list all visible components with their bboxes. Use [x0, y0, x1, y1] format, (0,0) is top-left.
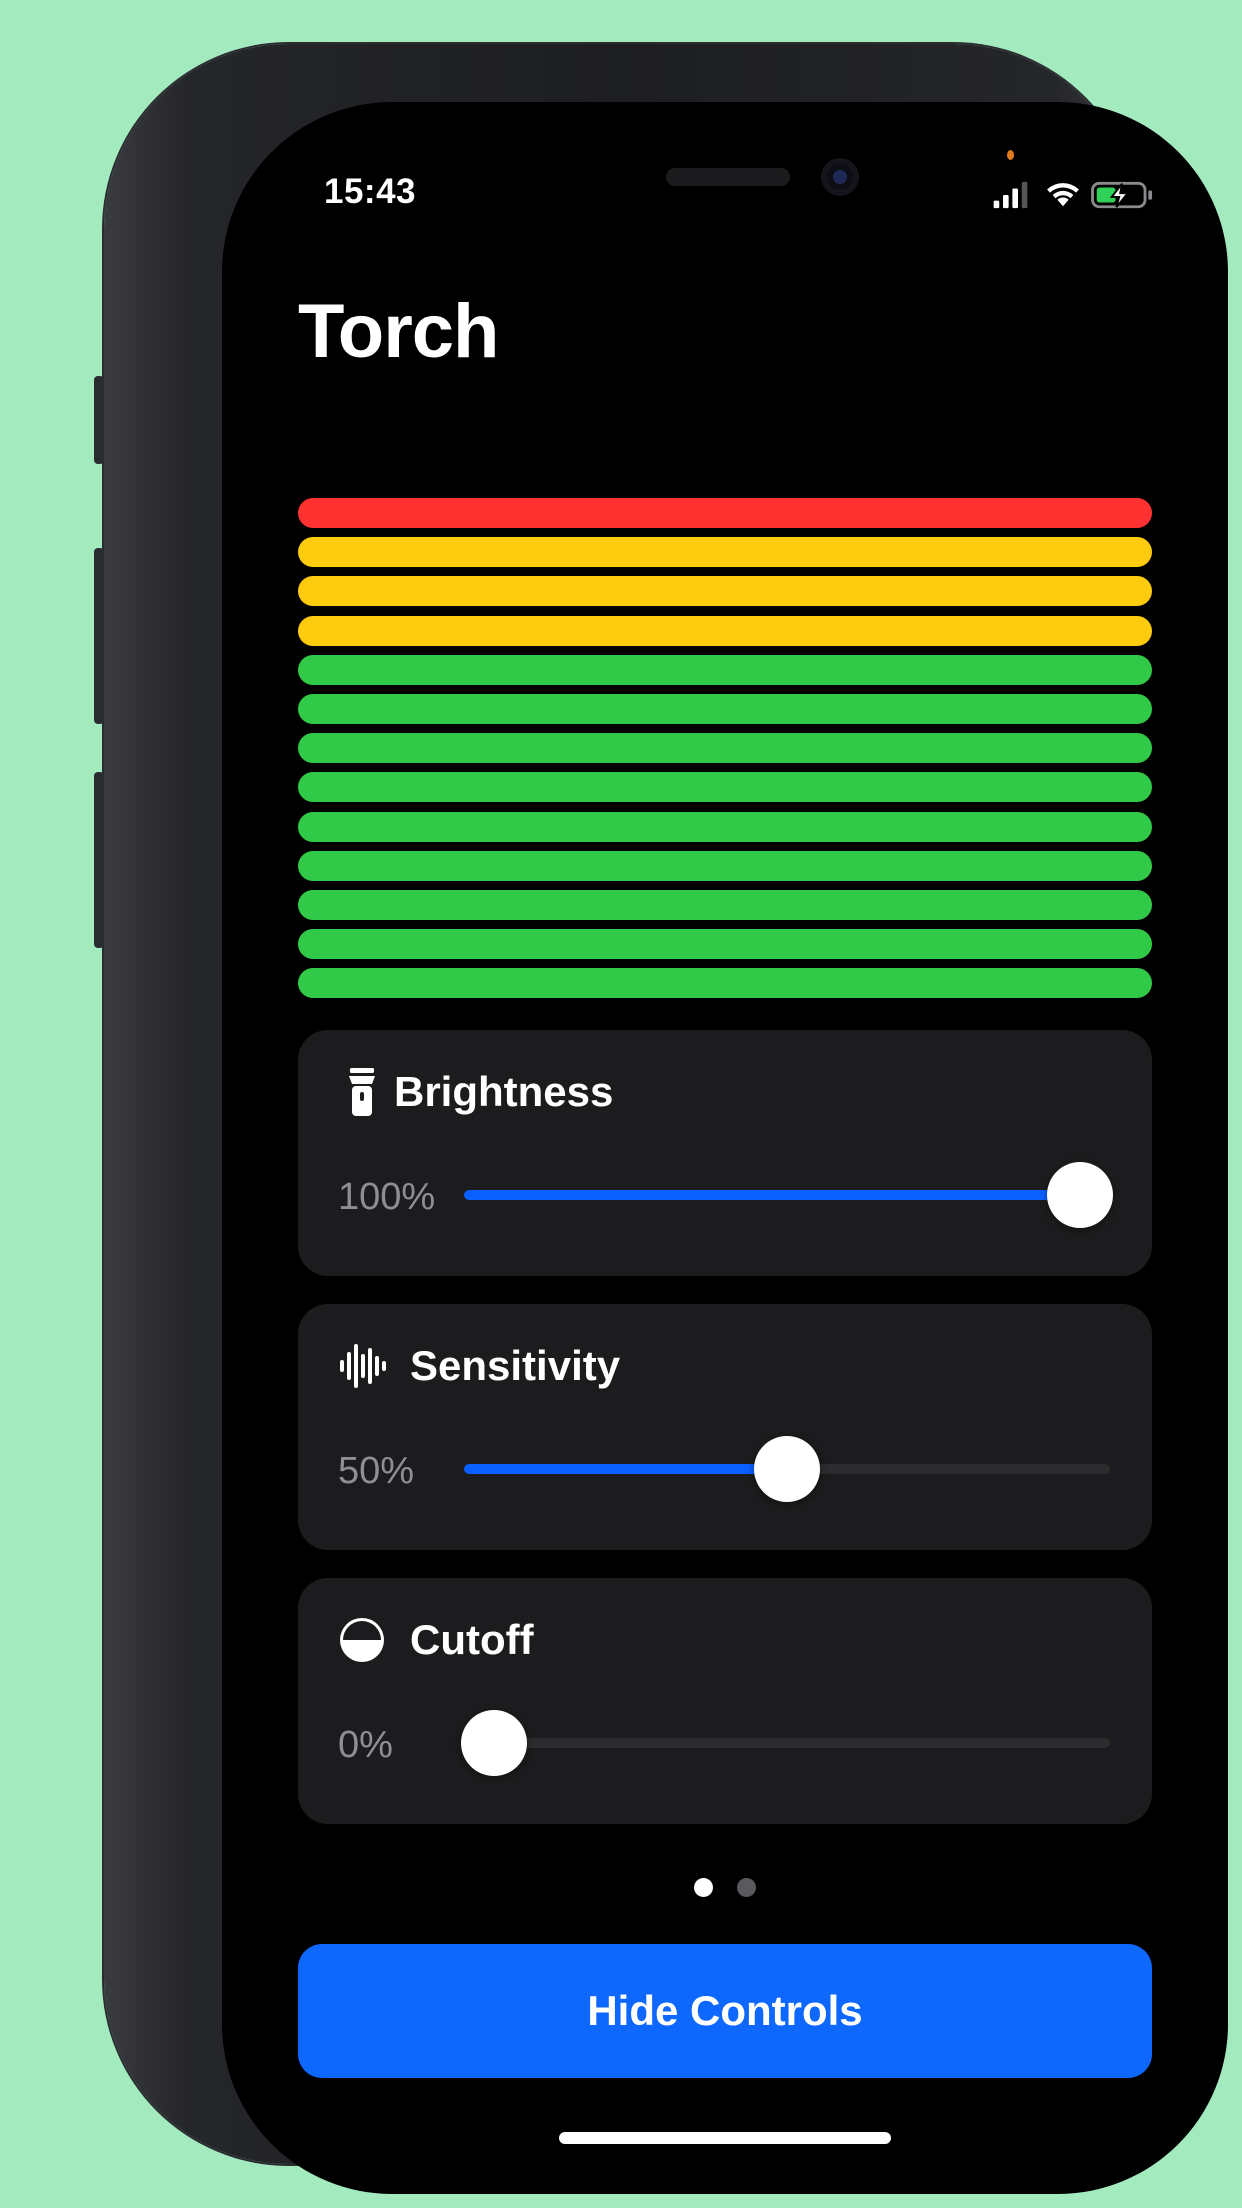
cutoff-slider-thumb[interactable] [461, 1710, 527, 1776]
brightness-card: Brightness 100% [298, 1030, 1152, 1276]
wifi-icon [1047, 183, 1079, 207]
meter-bar [298, 811, 1152, 842]
home-indicator[interactable] [559, 2132, 891, 2144]
sensitivity-card: Sensitivity 50% [298, 1304, 1152, 1550]
page-dot[interactable] [737, 1878, 756, 1897]
sensitivity-slider[interactable] [464, 1436, 1110, 1502]
meter-bar [298, 889, 1152, 920]
front-camera [821, 158, 859, 196]
sensitivity-label: Sensitivity [410, 1342, 621, 1389]
meter-bar [298, 929, 1152, 960]
page-dot[interactable] [694, 1878, 713, 1897]
meter-bar [298, 772, 1152, 803]
meter-bar [298, 537, 1152, 568]
half-circle-icon [340, 1618, 384, 1662]
meter-bar [298, 615, 1152, 646]
volume-down-button [94, 772, 104, 948]
meter-bar [298, 654, 1152, 685]
sensitivity-slider-fill [464, 1464, 787, 1474]
sensitivity-value: 50% [338, 1450, 415, 1492]
meter-bar [298, 693, 1152, 724]
meter-bar [298, 576, 1152, 607]
cellular-signal-icon [993, 181, 1028, 209]
flashlight-icon [349, 1068, 375, 1116]
action-button [94, 376, 104, 464]
brightness-slider-fill [464, 1190, 1080, 1200]
battery-charging-icon [1091, 181, 1153, 209]
meter-bar [298, 850, 1152, 881]
waveform-icon [340, 1344, 386, 1388]
meter-bar [298, 968, 1152, 999]
screen: 15:43 Torch Brightness 100% Sensitivity … [222, 102, 1228, 2194]
brightness-value: 100% [338, 1176, 436, 1218]
meter-bar [298, 498, 1152, 528]
cutoff-value: 0% [338, 1724, 393, 1766]
brightness-slider-thumb[interactable] [1047, 1162, 1113, 1228]
cutoff-card: Cutoff 0% [298, 1578, 1152, 1824]
privacy-indicator-dot [1007, 150, 1014, 160]
hide-controls-button[interactable]: Hide Controls [298, 1944, 1152, 2078]
page-title: Torch [298, 289, 499, 374]
meter-bar [298, 733, 1152, 764]
brightness-slider[interactable] [464, 1162, 1113, 1228]
brightness-label: Brightness [394, 1068, 614, 1115]
page-indicator[interactable] [222, 1878, 1228, 1897]
level-meter [298, 498, 1152, 1007]
earpiece [666, 168, 790, 186]
cutoff-slider[interactable] [461, 1710, 1110, 1776]
status-time: 15:43 [324, 172, 417, 211]
volume-up-button [94, 548, 104, 724]
status-icons [993, 181, 1153, 209]
phone-frame: 15:43 Torch Brightness 100% Sensitivity … [94, 44, 1228, 2194]
sensitivity-slider-thumb[interactable] [754, 1436, 820, 1502]
cutoff-label: Cutoff [410, 1616, 534, 1663]
